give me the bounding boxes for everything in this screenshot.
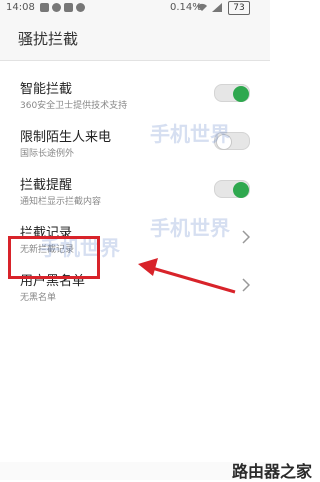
notification-icon bbox=[76, 3, 85, 12]
app-header: 骚扰拦截 bbox=[0, 16, 270, 61]
battery-icon: 73 bbox=[228, 1, 250, 15]
setting-label: 智能拦截 bbox=[20, 82, 73, 97]
setting-smart-block[interactable]: 智能拦截 360安全卫士提供技术支持 bbox=[0, 70, 270, 118]
notification-icon bbox=[40, 3, 49, 12]
chat-icon bbox=[52, 3, 61, 12]
setting-block-reminder[interactable]: 拦截提醒 通知栏显示拦截内容 bbox=[0, 166, 270, 214]
setting-description: 无黑名单 bbox=[20, 293, 57, 303]
watermark: 手机世界 bbox=[150, 216, 230, 240]
watermark-logo: 路由器之家 bbox=[231, 462, 312, 481]
chevron-right-icon bbox=[242, 230, 250, 244]
page-title: 骚扰拦截 bbox=[18, 30, 79, 48]
setting-description: 360安全卫士提供技术支持 bbox=[20, 101, 128, 111]
bottom-strip bbox=[0, 462, 270, 480]
status-bar: 14:08 0.14% 73 bbox=[0, 0, 270, 16]
block-reminder-toggle[interactable] bbox=[214, 180, 250, 198]
setting-label: 拦截提醒 bbox=[20, 178, 73, 193]
toggle-knob bbox=[233, 182, 249, 198]
toggle-knob bbox=[233, 86, 249, 102]
status-time: 14:08 bbox=[6, 2, 35, 13]
notification-icon bbox=[64, 3, 73, 12]
setting-description: 通知栏显示拦截内容 bbox=[20, 197, 102, 207]
watermark: 手机世界 bbox=[150, 122, 230, 146]
chevron-right-icon bbox=[242, 278, 250, 292]
wifi-icon bbox=[197, 3, 207, 11]
smart-block-toggle[interactable] bbox=[214, 84, 250, 102]
highlight-box bbox=[8, 236, 100, 279]
signal-icon bbox=[212, 3, 222, 12]
setting-label: 限制陌生人来电 bbox=[20, 130, 112, 145]
notification-icons bbox=[40, 3, 85, 12]
setting-description: 国际长途例外 bbox=[20, 149, 75, 159]
